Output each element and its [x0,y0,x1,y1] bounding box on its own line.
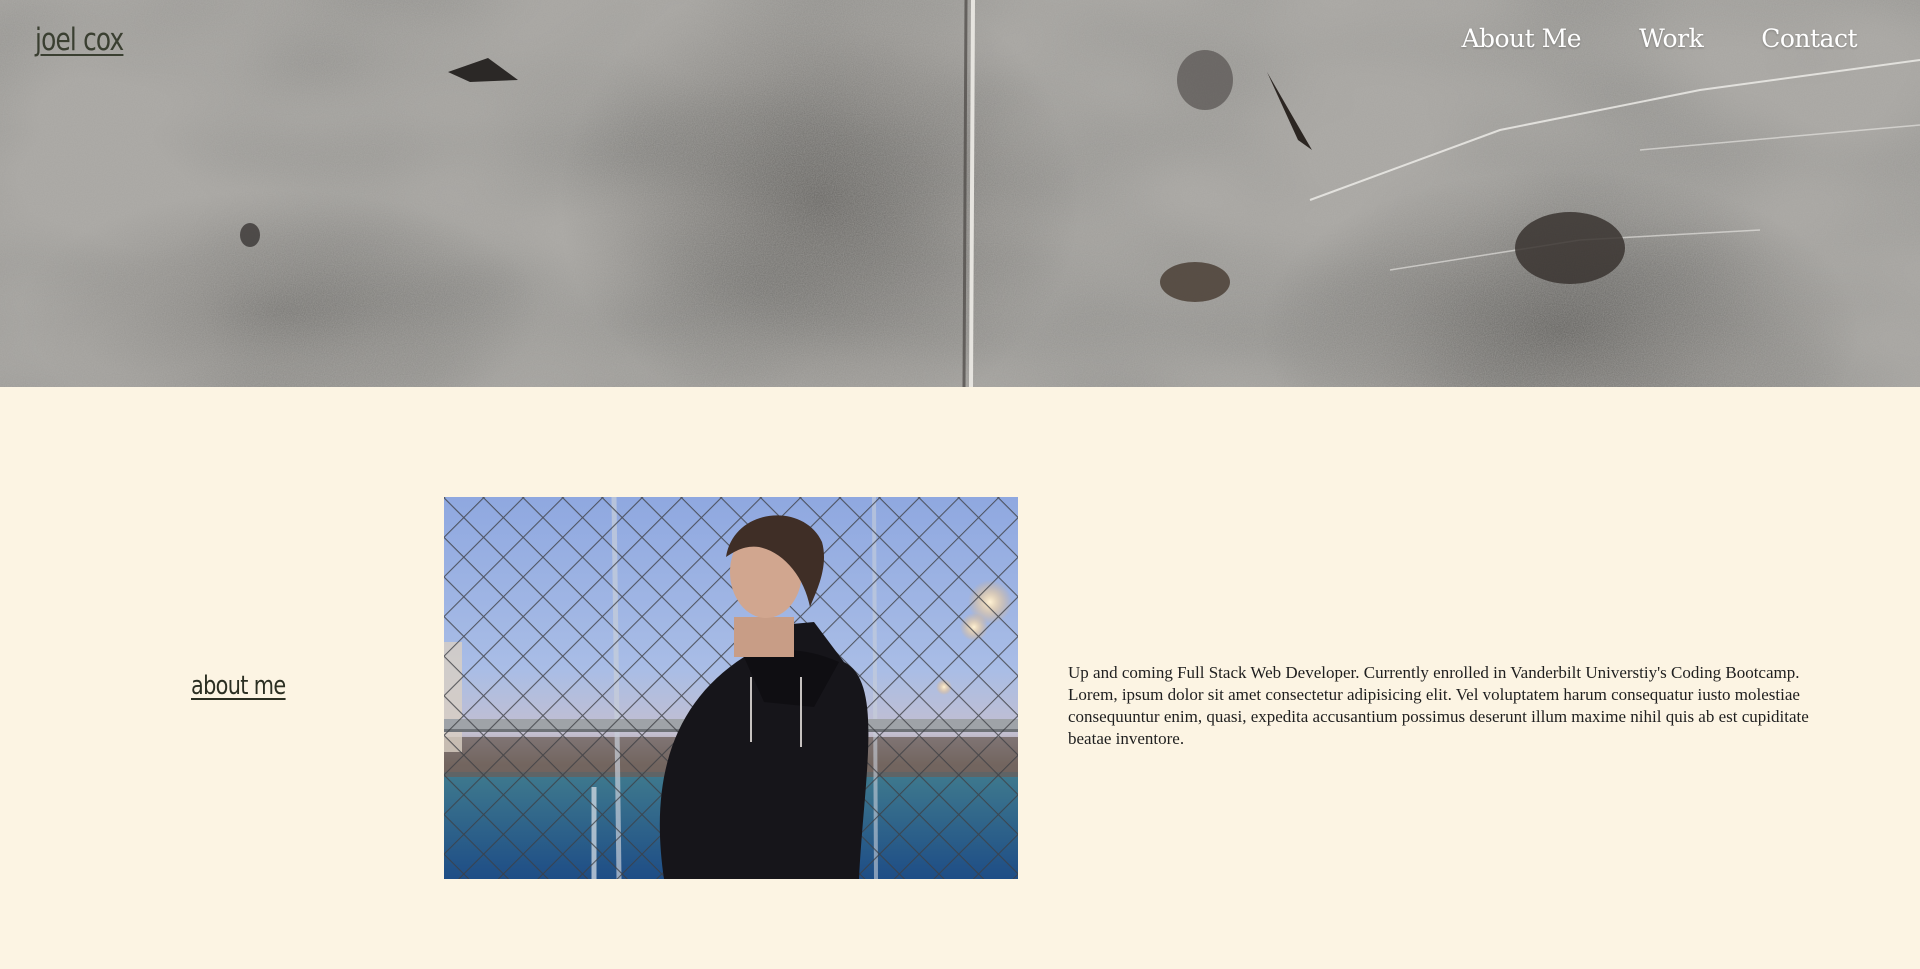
nav-link-contact[interactable]: Contact [1761,24,1857,53]
portrait-photo [444,497,1018,879]
nav-link-work[interactable]: Work [1639,24,1704,53]
concrete-wall-background-image [0,0,1920,387]
nav-link-about-me[interactable]: About Me [1461,24,1581,53]
hero-banner: joel cox About Me Work Contact [0,0,1920,387]
brand-logo-link[interactable]: joel cox [35,22,124,58]
about-me-description: Up and coming Full Stack Web Developer. … [1068,663,1809,748]
about-me-heading-link[interactable]: about me [191,671,286,701]
main-nav: About Me Work Contact [1461,24,1857,53]
